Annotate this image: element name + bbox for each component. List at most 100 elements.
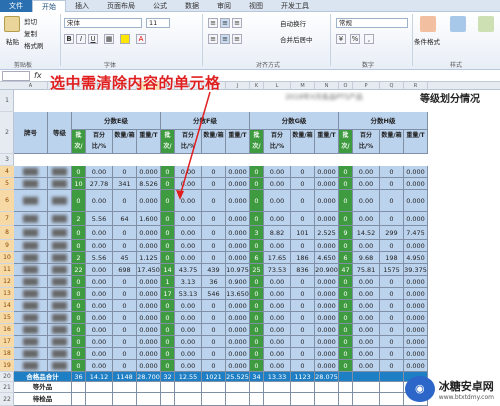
blurred-label-cell[interactable]: ███ <box>14 166 48 178</box>
data-cell[interactable]: 0 <box>250 312 264 324</box>
data-cell[interactable]: 8.82 <box>264 226 291 240</box>
data-cell[interactable]: 0 <box>202 252 226 264</box>
data-cell[interactable]: 0.00 <box>264 240 291 252</box>
data-cell[interactable]: 0 <box>72 348 86 360</box>
data-cell[interactable]: 0.000 <box>226 312 250 324</box>
summary-label[interactable]: 合格品合计 <box>14 372 72 382</box>
data-cell[interactable]: 0.000 <box>404 300 428 312</box>
data-cell[interactable]: 0.000 <box>226 324 250 336</box>
data-cell[interactable]: 0 <box>202 178 226 190</box>
ribbon-tab-4[interactable]: 公式 <box>144 0 176 12</box>
data-cell[interactable]: 0.00 <box>353 312 380 324</box>
data-cell[interactable]: 0.000 <box>137 190 161 212</box>
data-cell[interactable]: 6 <box>250 252 264 264</box>
data-cell[interactable]: 0 <box>380 288 404 300</box>
summary-cell[interactable] <box>226 382 250 393</box>
data-cell[interactable]: 0.00 <box>175 190 202 212</box>
data-cell[interactable]: 0 <box>161 348 175 360</box>
data-cell[interactable]: 0.000 <box>226 212 250 226</box>
data-cell[interactable]: 0.00 <box>353 324 380 336</box>
data-cell[interactable]: 0.000 <box>315 312 339 324</box>
summary-cell[interactable]: 12.55 <box>175 372 202 382</box>
header-group-1[interactable]: 分数F级 <box>161 112 250 130</box>
data-cell[interactable]: 0.00 <box>264 178 291 190</box>
data-cell[interactable]: 0.00 <box>86 240 113 252</box>
blurred-label-cell[interactable]: ███ <box>14 226 48 240</box>
data-cell[interactable]: 0 <box>380 312 404 324</box>
summary-cell[interactable] <box>72 393 86 406</box>
data-cell[interactable]: 0.00 <box>86 264 113 276</box>
data-cell[interactable]: 4.950 <box>404 252 428 264</box>
data-cell[interactable]: 0.00 <box>264 212 291 226</box>
data-cell[interactable]: 0.000 <box>226 178 250 190</box>
summary-cell[interactable] <box>161 393 175 406</box>
data-cell[interactable]: 0.000 <box>137 226 161 240</box>
header-grade[interactable]: 等级 <box>48 112 72 154</box>
data-cell[interactable]: 186 <box>291 252 315 264</box>
data-cell[interactable]: 198 <box>380 252 404 264</box>
data-cell[interactable]: 43.75 <box>175 264 202 276</box>
summary-cell[interactable] <box>113 393 137 406</box>
data-cell[interactable]: 4.650 <box>315 252 339 264</box>
row-header-14[interactable]: 14 <box>0 300 14 312</box>
data-cell[interactable]: 0 <box>339 336 353 348</box>
data-cell[interactable]: 0.00 <box>353 240 380 252</box>
blurred-label-cell[interactable]: ███ <box>48 178 72 190</box>
header-subcol[interactable]: 数量/箱 <box>113 130 137 154</box>
data-cell[interactable]: 0 <box>339 212 353 226</box>
data-cell[interactable]: 0.00 <box>86 312 113 324</box>
blurred-label-cell[interactable]: ███ <box>48 264 72 276</box>
blurred-label-cell[interactable]: ███ <box>48 276 72 288</box>
align-center-icon[interactable]: ≡ <box>220 34 230 44</box>
row-header-22[interactable]: 22 <box>0 393 14 406</box>
summary-cell[interactable] <box>202 393 226 406</box>
summary-cell[interactable] <box>353 393 380 406</box>
summary-cell[interactable] <box>339 372 353 382</box>
data-cell[interactable]: 0 <box>291 336 315 348</box>
data-cell[interactable]: 0 <box>161 324 175 336</box>
summary-cell[interactable] <box>264 393 291 406</box>
align-middle-icon[interactable]: ≡ <box>220 18 230 28</box>
align-top-icon[interactable]: ≡ <box>208 18 218 28</box>
data-cell[interactable]: 0.000 <box>404 240 428 252</box>
data-cell[interactable]: 0 <box>380 190 404 212</box>
data-cell[interactable]: 0 <box>161 300 175 312</box>
row-header-3[interactable]: 3 <box>0 154 14 166</box>
data-cell[interactable]: 17.450 <box>137 264 161 276</box>
data-cell[interactable]: 0.000 <box>315 360 339 372</box>
header-subcol[interactable]: 重量/T <box>315 130 339 154</box>
data-cell[interactable]: 0 <box>202 312 226 324</box>
data-cell[interactable]: 0.00 <box>353 336 380 348</box>
ribbon-tab-1[interactable]: 开始 <box>32 0 66 12</box>
data-cell[interactable]: 0 <box>161 336 175 348</box>
header-subcol[interactable]: 批次/批 <box>339 130 353 154</box>
data-cell[interactable]: 0.000 <box>404 348 428 360</box>
data-cell[interactable]: 0.900 <box>226 276 250 288</box>
data-cell[interactable]: 5.56 <box>86 212 113 226</box>
data-cell[interactable]: 0 <box>72 240 86 252</box>
data-cell[interactable]: 14 <box>161 264 175 276</box>
data-cell[interactable]: 6 <box>339 252 353 264</box>
data-cell[interactable]: 0 <box>72 190 86 212</box>
header-subcol[interactable]: 批次/批 <box>161 130 175 154</box>
data-cell[interactable]: 0.000 <box>226 336 250 348</box>
summary-cell[interactable] <box>113 382 137 393</box>
data-cell[interactable]: 0 <box>291 190 315 212</box>
data-cell[interactable]: 0 <box>72 360 86 372</box>
blurred-label-cell[interactable]: ███ <box>48 166 72 178</box>
blurred-label-cell[interactable]: ███ <box>14 212 48 226</box>
data-cell[interactable]: 0 <box>161 240 175 252</box>
data-cell[interactable]: 0.000 <box>137 276 161 288</box>
blurred-label-cell[interactable]: ███ <box>48 336 72 348</box>
data-cell[interactable]: 0 <box>339 324 353 336</box>
blurred-label-cell[interactable]: ███ <box>48 312 72 324</box>
column-header-M[interactable]: M <box>291 82 315 90</box>
data-cell[interactable]: 27.78 <box>86 178 113 190</box>
data-cell[interactable]: 17 <box>161 288 175 300</box>
summary-cell[interactable]: 1123 <box>291 372 315 382</box>
blurred-label-cell[interactable]: ███ <box>14 300 48 312</box>
data-cell[interactable]: 0.00 <box>264 300 291 312</box>
data-cell[interactable]: 0.000 <box>315 178 339 190</box>
header-subcol[interactable]: 批次/批 <box>72 130 86 154</box>
italic-button[interactable]: I <box>76 34 86 44</box>
